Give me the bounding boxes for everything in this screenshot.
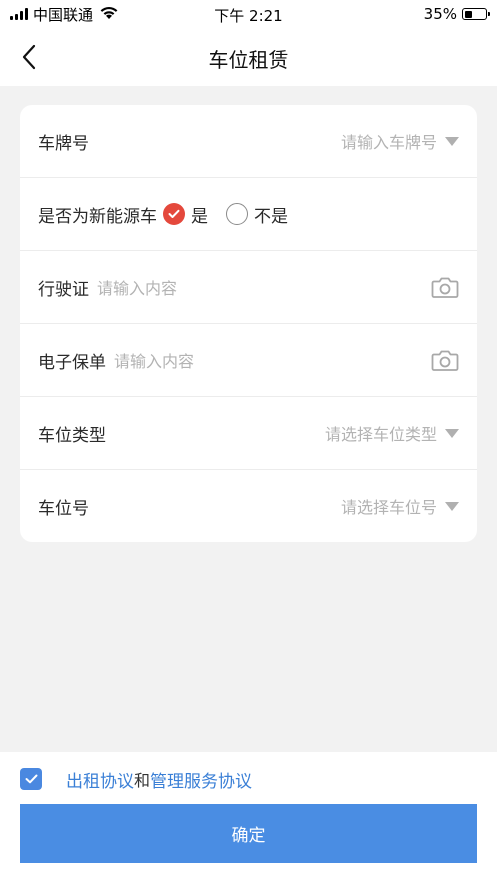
- radio-no-label: 不是: [254, 206, 288, 227]
- spot-type-label: 车位类型: [38, 425, 106, 446]
- caret-down-icon: [445, 136, 459, 146]
- license-row[interactable]: 行驶证 请输入内容: [20, 251, 477, 324]
- plate-row[interactable]: 车牌号 请输入车牌号: [20, 105, 477, 178]
- caret-down-icon: [445, 428, 459, 438]
- status-right: 35%: [423, 5, 490, 23]
- agreement-row: 出租协议 和 管理服务协议: [20, 767, 252, 792]
- status-time: 下午 2:21: [214, 7, 283, 25]
- confirm-button[interactable]: 确定: [20, 804, 477, 863]
- agreement-and-text: 和: [134, 771, 151, 790]
- camera-icon[interactable]: [431, 275, 459, 299]
- camera-icon[interactable]: [431, 348, 459, 372]
- page-title: 车位租赁: [208, 48, 289, 72]
- radio-unchecked-icon: [226, 203, 248, 225]
- check-icon: [25, 774, 37, 784]
- plate-label: 车牌号: [38, 133, 89, 154]
- rental-form-card: 车牌号 请输入车牌号 是否为新能源车 是 不是 行驶证 请输入内容 电子保单 请…: [20, 105, 477, 542]
- status-bar: 中国联通 下午 2:21 35%: [0, 0, 497, 30]
- spot-number-label: 车位号: [38, 498, 89, 519]
- license-label: 行驶证: [38, 279, 89, 300]
- spot-number-select[interactable]: 请选择车位号: [341, 494, 459, 518]
- radio-no[interactable]: 不是: [226, 202, 288, 227]
- new-energy-row: 是否为新能源车 是 不是: [20, 178, 477, 251]
- radio-yes-label: 是: [191, 206, 208, 227]
- new-energy-label: 是否为新能源车: [38, 206, 157, 227]
- license-input[interactable]: 请输入内容: [97, 275, 177, 299]
- spot-type-row[interactable]: 车位类型 请选择车位类型: [20, 397, 477, 470]
- plate-placeholder: 请输入车牌号: [340, 133, 437, 152]
- rental-agreement-link[interactable]: 出租协议: [66, 767, 134, 792]
- spot-type-placeholder: 请选择车位类型: [324, 425, 437, 444]
- agreement-checkbox[interactable]: [20, 768, 42, 790]
- caret-down-icon: [445, 501, 459, 511]
- plate-input[interactable]: 请输入车牌号: [341, 129, 459, 153]
- policy-label: 电子保单: [38, 352, 106, 373]
- nav-bar: 车位租赁: [0, 30, 497, 86]
- service-agreement-link[interactable]: 管理服务协议: [150, 767, 252, 792]
- spot-number-placeholder: 请选择车位号: [340, 498, 437, 517]
- spot-number-row[interactable]: 车位号 请选择车位号: [20, 470, 477, 542]
- spot-type-select[interactable]: 请选择车位类型: [325, 421, 459, 445]
- radio-checked-icon: [163, 203, 185, 225]
- new-energy-radio-group: 是 不是: [163, 202, 306, 227]
- radio-yes[interactable]: 是: [163, 202, 208, 227]
- battery-icon: [462, 8, 490, 20]
- bottom-area: 出租协议 和 管理服务协议 确定: [0, 752, 497, 883]
- policy-row[interactable]: 电子保单 请输入内容: [20, 324, 477, 397]
- policy-input[interactable]: 请输入内容: [114, 348, 194, 372]
- battery-percent: 35%: [423, 5, 457, 23]
